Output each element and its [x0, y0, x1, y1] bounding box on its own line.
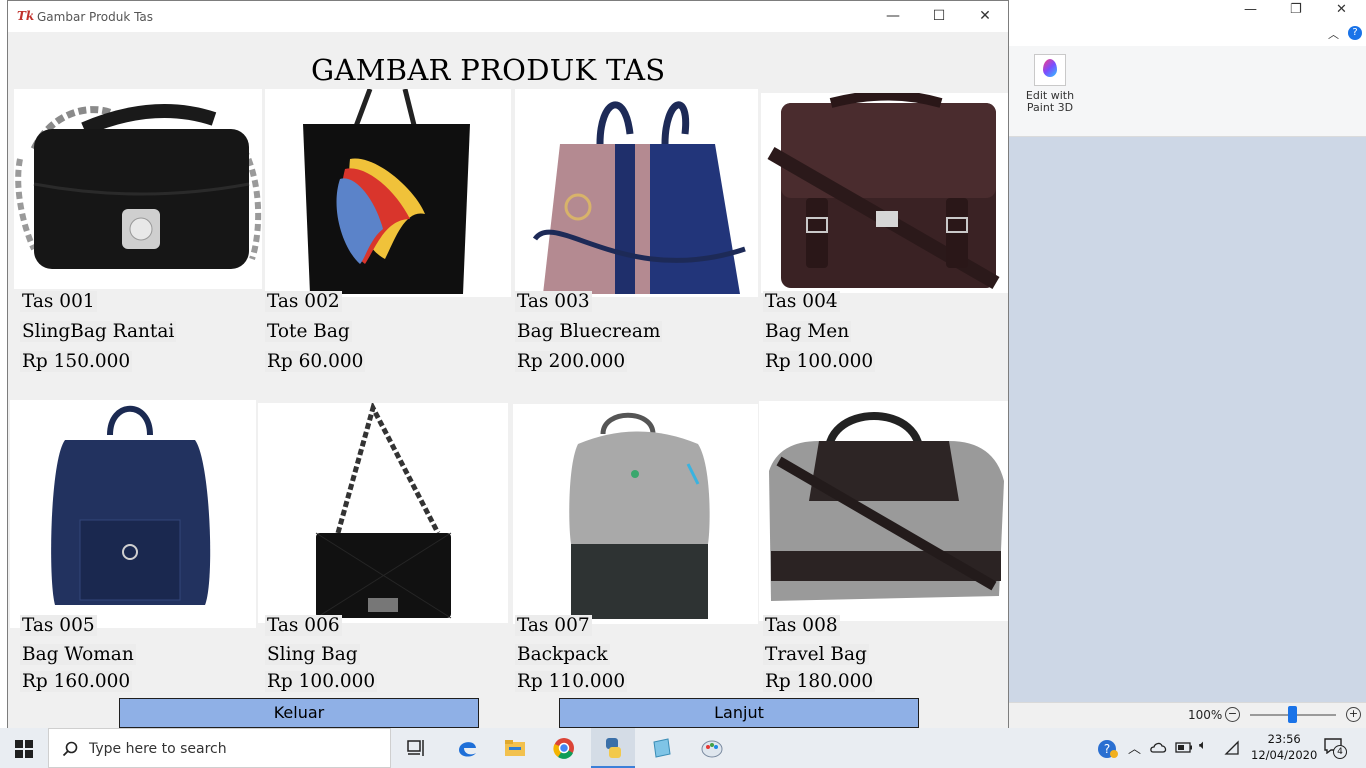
product-image-4	[761, 93, 1008, 293]
svg-text:?: ?	[1104, 742, 1110, 756]
product-name-1: SlingBag Rantai	[20, 321, 177, 342]
minimize-button[interactable]: —	[870, 1, 916, 32]
product-code-6: Tas 006	[265, 615, 342, 636]
tk-feather-icon: Tk	[17, 9, 35, 23]
product-image-2	[265, 89, 511, 297]
product-name-3: Bag Bluecream	[515, 321, 663, 342]
zoom-out-button[interactable]: −	[1225, 707, 1240, 722]
file-explorer-icon[interactable]	[503, 736, 527, 760]
product-code-7: Tas 007	[515, 615, 592, 636]
zoom-level: 100%	[1188, 708, 1223, 722]
page-title: GAMBAR PRODUK TAS	[311, 53, 666, 87]
product-image-3	[515, 89, 758, 297]
product-price-6: Rp 100.000	[265, 671, 378, 692]
paint-app-icon[interactable]	[700, 736, 724, 760]
bg-minimize-icon[interactable]: —	[1244, 2, 1257, 17]
edge-browser-icon[interactable]	[455, 736, 479, 760]
help-tray-icon[interactable]: ?	[1097, 738, 1119, 760]
product-name-5: Bag Woman	[20, 644, 136, 665]
product-name-8: Travel Bag	[763, 644, 869, 665]
windows-start-icon[interactable]	[15, 740, 33, 758]
clock-time: 23:56	[1267, 732, 1301, 746]
search-icon	[62, 741, 78, 757]
chrome-browser-icon[interactable]	[552, 736, 576, 760]
exit-button[interactable]: Keluar	[119, 698, 479, 728]
paint3d-icon	[1034, 54, 1066, 86]
product-code-4: Tas 004	[763, 291, 840, 312]
product-price-8: Rp 180.000	[763, 671, 876, 692]
product-name-6: Sling Bag	[265, 644, 360, 665]
product-name-2: Tote Bag	[265, 321, 352, 342]
product-code-8: Tas 008	[763, 615, 840, 636]
product-code-1: Tas 001	[20, 291, 97, 312]
notification-count-badge: 4	[1333, 745, 1347, 759]
bg-close-icon[interactable]: ✕	[1336, 2, 1347, 17]
product-image-5	[10, 400, 256, 628]
onedrive-icon[interactable]	[1150, 741, 1168, 753]
product-price-3: Rp 200.000	[515, 351, 628, 372]
search-placeholder: Type here to search	[89, 741, 227, 757]
product-name-4: Bag Men	[763, 321, 852, 342]
action-center-button[interactable]: 4	[1324, 738, 1347, 759]
python-icon	[606, 738, 621, 758]
product-window: Tk Gambar Produk Tas — ☐ ✕ GAMBAR PRODUK…	[7, 0, 1009, 730]
ribbon-collapse-icon[interactable]: ︿	[1328, 26, 1339, 42]
product-image-7	[513, 404, 758, 624]
python-taskbar-button[interactable]	[591, 728, 635, 768]
product-price-7: Rp 110.000	[515, 671, 628, 692]
battery-icon[interactable]	[1175, 742, 1193, 753]
zoom-in-button[interactable]: +	[1346, 707, 1361, 722]
background-canvas	[1008, 137, 1366, 702]
edit-with-paint3d-button[interactable]: Edit with Paint 3D	[1022, 50, 1078, 130]
show-hidden-icons-icon[interactable]: ︿	[1128, 738, 1141, 757]
zoom-slider-thumb[interactable]	[1288, 706, 1297, 723]
maximize-button[interactable]: ☐	[916, 1, 962, 32]
product-image-1	[14, 89, 262, 289]
product-price-5: Rp 160.000	[20, 671, 133, 692]
volume-icon[interactable]: 🔈︎	[1199, 738, 1207, 753]
window-title: Gambar Produk Tas	[37, 10, 154, 24]
taskbar-search-box[interactable]: Type here to search	[48, 728, 391, 768]
product-code-3: Tas 003	[515, 291, 592, 312]
product-name-7: Backpack	[515, 644, 610, 665]
paint3d-label: Edit with Paint 3D	[1025, 89, 1075, 114]
product-price-1: Rp 150.000	[20, 351, 133, 372]
wifi-icon[interactable]	[1224, 740, 1240, 756]
product-code-5: Tas 005	[20, 615, 97, 636]
close-button[interactable]: ✕	[962, 1, 1008, 32]
title-bar: Tk Gambar Produk Tas — ☐ ✕	[8, 1, 1008, 32]
product-image-6	[258, 403, 508, 623]
system-clock[interactable]: 23:56 12/04/2020	[1251, 731, 1317, 763]
bg-restore-icon[interactable]: ❐	[1290, 2, 1302, 17]
product-price-2: Rp 60.000	[265, 351, 366, 372]
next-button[interactable]: Lanjut	[559, 698, 919, 728]
product-code-2: Tas 002	[265, 291, 342, 312]
product-price-4: Rp 100.000	[763, 351, 876, 372]
clock-date: 12/04/2020	[1251, 748, 1318, 762]
task-view-icon[interactable]	[405, 736, 429, 760]
product-image-8	[759, 401, 1008, 621]
notes-app-icon[interactable]	[650, 736, 674, 760]
taskbar: Type here to search ? ︿ 🔈︎ 23:56 12/04/2…	[0, 728, 1366, 768]
help-icon[interactable]: ?	[1348, 26, 1362, 40]
